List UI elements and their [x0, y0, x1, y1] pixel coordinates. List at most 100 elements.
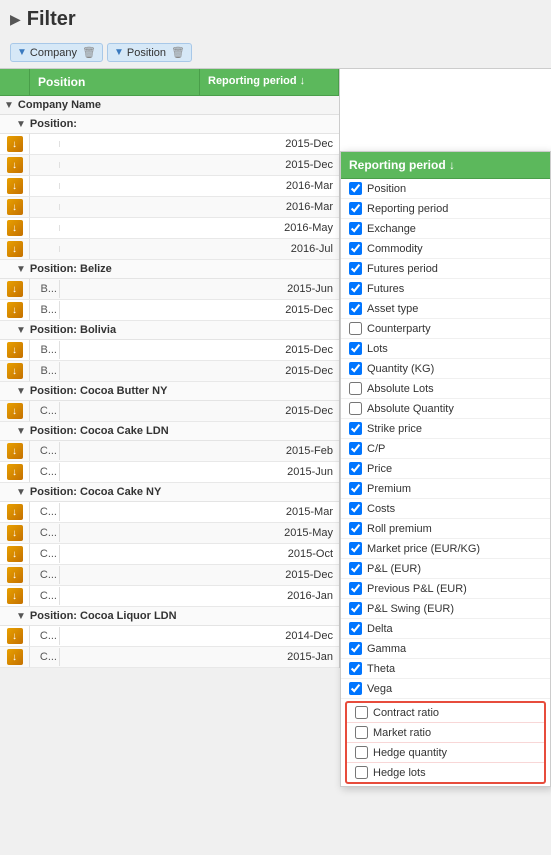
checkbox-contract-ratio[interactable]	[355, 706, 368, 719]
subgroup-cocoa-butter-ny[interactable]: ▼ Position: Cocoa Butter NY	[0, 382, 339, 401]
row-date: 2016-Jan	[60, 587, 339, 605]
checkbox-delta[interactable]	[349, 622, 362, 635]
checkbox-reporting-period[interactable]	[349, 202, 362, 215]
dropdown-item-label: Reporting period	[367, 203, 448, 215]
down-arrow-icon: ↓	[7, 504, 23, 520]
checkbox-quantity-kg[interactable]	[349, 362, 362, 375]
dropdown-item-costs[interactable]: Costs	[341, 499, 550, 519]
dropdown-item-theta[interactable]: Theta	[341, 659, 550, 679]
chip-company[interactable]: ▼ Company 🗑	[10, 43, 103, 62]
checkbox-hedge-quantity[interactable]	[355, 746, 368, 759]
checkbox-pnl-swing[interactable]	[349, 602, 362, 615]
chip-position-delete[interactable]: 🗑	[171, 46, 185, 59]
dropdown-item-lots[interactable]: Lots	[341, 339, 550, 359]
checkbox-asset-type[interactable]	[349, 302, 362, 315]
checkbox-pnl-eur[interactable]	[349, 562, 362, 575]
dropdown-item-price[interactable]: Price	[341, 459, 550, 479]
checkbox-absolute-quantity[interactable]	[349, 402, 362, 415]
table-row: ↓ C... 2015-Mar	[0, 502, 339, 523]
row-icon-cell: ↓	[0, 441, 30, 461]
down-arrow-icon: ↓	[7, 567, 23, 583]
dropdown-item-commodity[interactable]: Commodity	[341, 239, 550, 259]
dropdown-item-contract-ratio[interactable]: Contract ratio	[347, 703, 544, 723]
checkbox-cp[interactable]	[349, 442, 362, 455]
table-row: ↓ C... 2015-Oct	[0, 544, 339, 565]
dropdown-item-hedge-lots[interactable]: Hedge lots	[347, 763, 544, 782]
checkbox-theta[interactable]	[349, 662, 362, 675]
chip-position[interactable]: ▼ Position 🗑	[107, 43, 192, 62]
checkbox-roll-premium[interactable]	[349, 522, 362, 535]
dropdown-item-futures[interactable]: Futures	[341, 279, 550, 299]
collapse-arrow[interactable]: ▶	[10, 11, 21, 28]
dropdown-item-gamma[interactable]: Gamma	[341, 639, 550, 659]
subgroup-cocoa-cake-ny[interactable]: ▼ Position: Cocoa Cake NY	[0, 483, 339, 502]
dropdown-item-strike-price[interactable]: Strike price	[341, 419, 550, 439]
dropdown-item-pnl-swing[interactable]: P&L Swing (EUR)	[341, 599, 550, 619]
dropdown-item-position[interactable]: Position	[341, 179, 550, 199]
dropdown-item-market-price[interactable]: Market price (EUR/KG)	[341, 539, 550, 559]
dropdown-item-futures-period[interactable]: Futures period	[341, 259, 550, 279]
checkbox-market-price[interactable]	[349, 542, 362, 555]
dropdown-item-quantity-kg[interactable]: Quantity (KG)	[341, 359, 550, 379]
dropdown-item-hedge-quantity[interactable]: Hedge quantity	[347, 743, 544, 763]
group-company-name[interactable]: ▼ Company Name	[0, 96, 339, 115]
dropdown-item-cp[interactable]: C/P	[341, 439, 550, 459]
dropdown-item-label: Quantity (KG)	[367, 363, 434, 375]
dropdown-item-asset-type[interactable]: Asset type	[341, 299, 550, 319]
checkbox-price[interactable]	[349, 462, 362, 475]
subgroup-position-belize[interactable]: ▼ Position: Belize	[0, 260, 339, 279]
row-date: 2016-Mar	[60, 198, 339, 216]
dropdown-item-market-ratio[interactable]: Market ratio	[347, 723, 544, 743]
dropdown-item-roll-premium[interactable]: Roll premium	[341, 519, 550, 539]
dropdown-item-exchange[interactable]: Exchange	[341, 219, 550, 239]
checkbox-market-ratio[interactable]	[355, 726, 368, 739]
checkbox-gamma[interactable]	[349, 642, 362, 655]
row-icon-cell: ↓	[0, 462, 30, 482]
row-icon-cell: ↓	[0, 197, 30, 217]
checkbox-absolute-lots[interactable]	[349, 382, 362, 395]
dropdown-item-previous-pnl[interactable]: Previous P&L (EUR)	[341, 579, 550, 599]
col-position-header[interactable]: Position	[30, 69, 200, 95]
dropdown-item-absolute-lots[interactable]: Absolute Lots	[341, 379, 550, 399]
checkbox-futures[interactable]	[349, 282, 362, 295]
table-row: ↓ C... 2015-Feb	[0, 441, 339, 462]
table-body: ▼ Company Name ▼ Position: ↓ 2015-Dec ↓ …	[0, 96, 339, 668]
dropdown-item-reporting-period[interactable]: Reporting period	[341, 199, 550, 219]
down-arrow-icon: ↓	[7, 136, 23, 152]
row-icon-cell: ↓	[0, 340, 30, 360]
subgroup-position-default[interactable]: ▼ Position:	[0, 115, 339, 134]
down-arrow-icon: ↓	[7, 588, 23, 604]
checkbox-vega[interactable]	[349, 682, 362, 695]
dropdown-item-pnl-eur[interactable]: P&L (EUR)	[341, 559, 550, 579]
row-date: 2015-Jun	[60, 463, 339, 481]
checkbox-position[interactable]	[349, 182, 362, 195]
dropdown-item-absolute-quantity[interactable]: Absolute Quantity	[341, 399, 550, 419]
checkbox-commodity[interactable]	[349, 242, 362, 255]
left-table: Position Reporting period ↓ ▼ Company Na…	[0, 69, 340, 668]
row-prefix: B...	[30, 301, 60, 319]
subgroup-position-bolivia[interactable]: ▼ Position: Bolivia	[0, 321, 339, 340]
row-prefix: C...	[30, 402, 60, 420]
checkbox-futures-period[interactable]	[349, 262, 362, 275]
subgroup-cocoa-liquor-ldn[interactable]: ▼ Position: Cocoa Liquor LDN	[0, 607, 339, 626]
checkbox-lots[interactable]	[349, 342, 362, 355]
column-selector-dropdown[interactable]: Reporting period ↓ Position Reporting pe…	[340, 151, 551, 787]
chip-company-delete[interactable]: 🗑	[82, 46, 96, 59]
checkbox-costs[interactable]	[349, 502, 362, 515]
table-row: ↓ 2015-Dec	[0, 155, 339, 176]
checkbox-previous-pnl[interactable]	[349, 582, 362, 595]
checkbox-strike-price[interactable]	[349, 422, 362, 435]
down-arrow-icon: ↓	[7, 342, 23, 358]
checkbox-hedge-lots[interactable]	[355, 766, 368, 779]
checkbox-premium[interactable]	[349, 482, 362, 495]
dropdown-item-delta[interactable]: Delta	[341, 619, 550, 639]
dropdown-item-vega[interactable]: Vega	[341, 679, 550, 699]
row-date: 2016-Mar	[60, 177, 339, 195]
dropdown-item-premium[interactable]: Premium	[341, 479, 550, 499]
row-date: 2015-Dec	[60, 362, 339, 380]
dropdown-item-counterparty[interactable]: Counterparty	[341, 319, 550, 339]
dropdown-item-label: Strike price	[367, 423, 422, 435]
checkbox-exchange[interactable]	[349, 222, 362, 235]
checkbox-counterparty[interactable]	[349, 322, 362, 335]
subgroup-cocoa-cake-ldn[interactable]: ▼ Position: Cocoa Cake LDN	[0, 422, 339, 441]
